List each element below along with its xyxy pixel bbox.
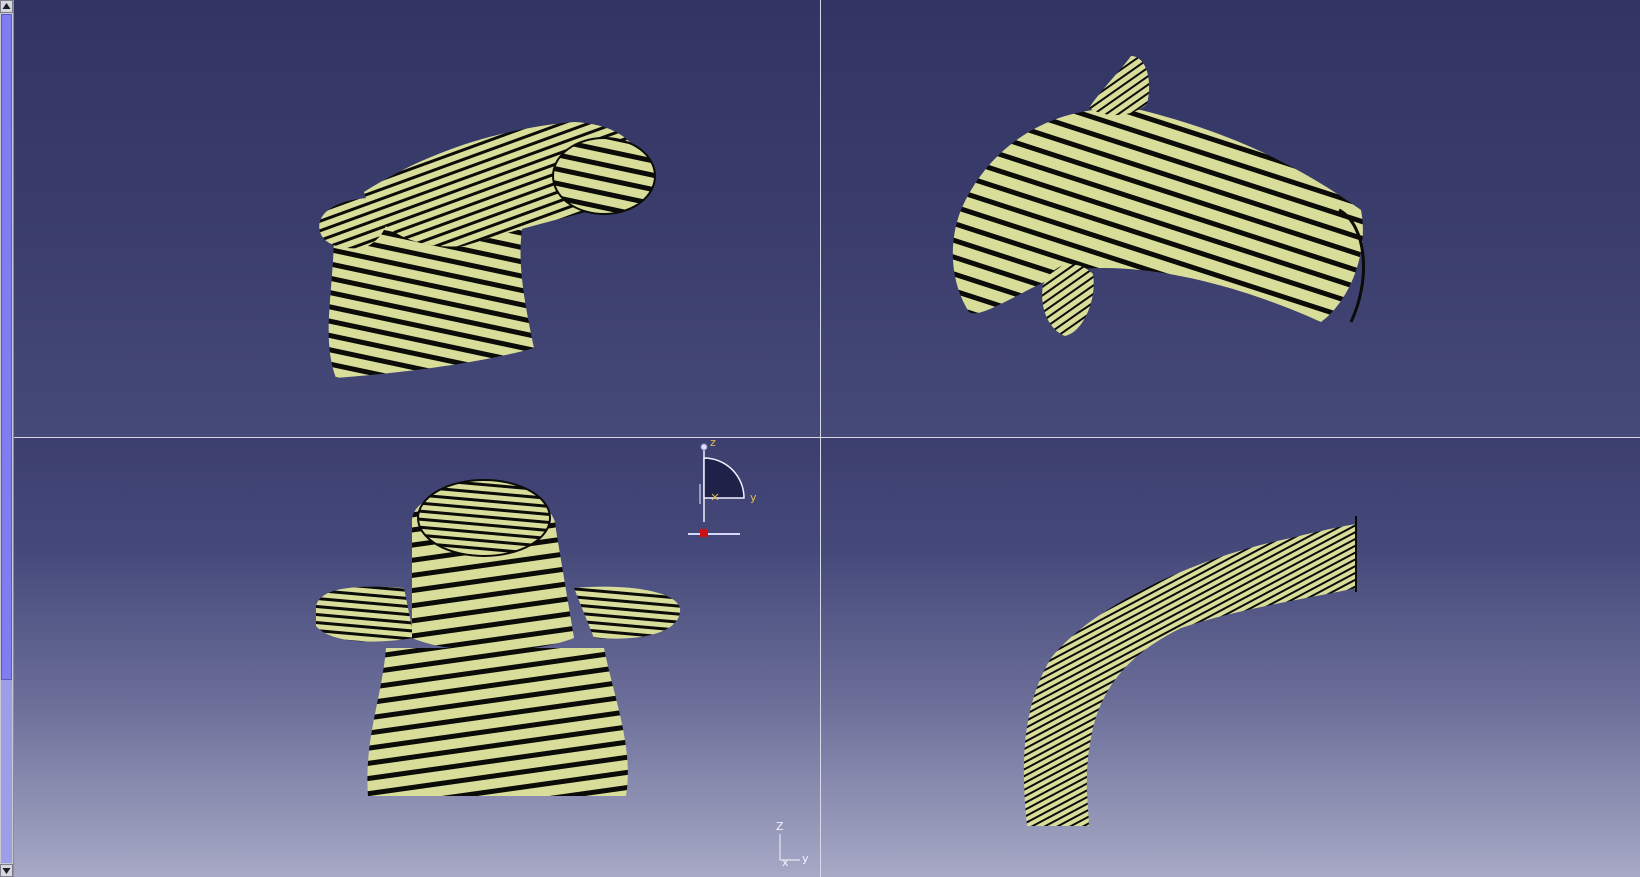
arrow-down-icon — [2, 868, 11, 874]
vertical-scrollbar[interactable] — [0, 0, 14, 877]
viewport-bottom-left[interactable]: z y Z y x — [14, 438, 820, 877]
viewport-top-left[interactable] — [14, 0, 820, 437]
viewport-horizontal-divider[interactable] — [14, 437, 1640, 438]
compass-z-label: z — [710, 438, 716, 449]
compass-y-label: y — [750, 491, 757, 504]
compass-widget[interactable]: z y — [688, 438, 768, 548]
scroll-track[interactable] — [1, 680, 12, 863]
scroll-down-button[interactable] — [0, 864, 13, 877]
catia-window: z y Z y x — [0, 0, 1640, 877]
axis-triad: Z y x — [776, 820, 809, 868]
scroll-thumb[interactable] — [1, 14, 12, 680]
multi-view-area: z y Z y x — [14, 0, 1640, 877]
part-isometric-view — [319, 122, 656, 378]
triad-z-label: Z — [776, 820, 784, 833]
part-top-view — [1023, 516, 1357, 826]
triad-x-label: x — [782, 856, 789, 868]
scroll-up-button[interactable] — [0, 0, 13, 13]
viewport-bottom-right[interactable] — [821, 438, 1640, 877]
triad-y-label: y — [802, 852, 809, 865]
part-side-view — [952, 56, 1365, 336]
viewport-vertical-divider[interactable] — [820, 0, 821, 877]
arrow-up-icon — [2, 3, 11, 9]
viewport-top-right[interactable] — [821, 0, 1640, 437]
